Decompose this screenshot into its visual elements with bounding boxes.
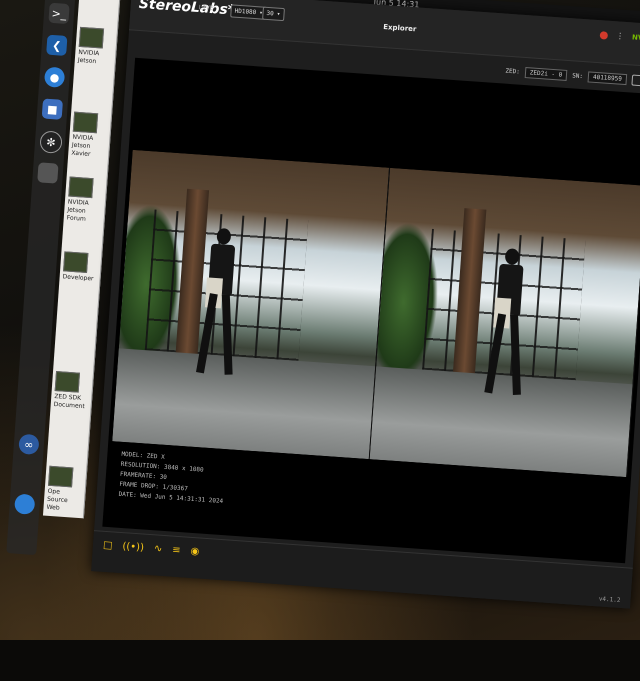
left-camera-view — [112, 149, 391, 460]
cursor-icon[interactable]: ∞ — [18, 433, 40, 455]
camera-info-overlay: MODEL: ZED X RESOLUTION: 3840 x 1080 FRA… — [118, 450, 226, 507]
list-item[interactable]: NVIDIA Jetson Xavier — [71, 111, 108, 160]
list-item-label: NVIDIA Jetson Xavier — [71, 133, 94, 158]
leg — [510, 314, 521, 395]
thumbnail — [54, 371, 81, 393]
list-item-label: NVIDIA Jetson — [77, 48, 100, 66]
nvidia-label: NVIDIA — [631, 32, 640, 43]
floor — [112, 347, 376, 460]
record-icon[interactable] — [599, 30, 609, 40]
files-icon[interactable]: ■ — [41, 98, 64, 120]
list-item[interactable]: ZED SDK Document — [53, 371, 90, 411]
obs-icon[interactable]: ✼ — [39, 130, 63, 154]
list-item[interactable]: NVIDIA Jetson Forum — [66, 176, 103, 225]
list-item[interactable]: Ope Source Web — [46, 465, 83, 514]
stereo-feed — [112, 149, 640, 478]
head — [504, 248, 520, 265]
thumbnail — [68, 176, 94, 199]
serial-field[interactable]: 40118959 — [587, 71, 628, 86]
menu-icon[interactable]: ⋮ — [616, 31, 625, 41]
serial-label: SN: — [571, 72, 584, 81]
app-icon[interactable] — [37, 162, 59, 184]
right-camera-view — [369, 167, 640, 478]
list-item-label: Developer — [62, 273, 94, 283]
list-item[interactable]: NVIDIA Jetson — [77, 26, 114, 67]
leg — [484, 313, 507, 394]
list-item-label: NVIDIA Jetson Forum — [66, 198, 89, 223]
desktop: Jun 5 14:31 >_ ❮ ● ■ ✼ ∞ NVIDIA Jetson N… — [0, 0, 640, 681]
wave-icon[interactable]: ∿ — [153, 543, 162, 555]
thumbnail — [48, 465, 74, 488]
screenshot-icon[interactable] — [631, 74, 640, 87]
video-viewer: MODEL: ZED X RESOLUTION: 3840 x 1080 FRA… — [102, 57, 640, 564]
broadcast-icon[interactable]: ((•)) — [122, 541, 144, 553]
chromium-icon[interactable]: ● — [43, 66, 66, 88]
list-item-label: ZED SDK Document — [53, 392, 86, 411]
camera-icon[interactable]: ◉ — [190, 546, 199, 558]
bottom-icons: □ ((•)) ∿ ≡ ◉ — [103, 540, 200, 558]
web-icon[interactable] — [14, 493, 36, 515]
leg — [221, 294, 233, 375]
camera-select[interactable]: ZED2i - 0 — [524, 67, 568, 81]
stream-icon[interactable]: ≡ — [172, 545, 181, 557]
folder-icon[interactable]: □ — [103, 540, 113, 552]
terminal-icon[interactable]: >_ — [48, 2, 70, 25]
explorer-window: StereoLabs* LIVE HD1080 ▾ 30 ▾ Explorer … — [91, 0, 640, 609]
head — [216, 227, 232, 245]
thumbnail — [78, 26, 105, 49]
camera-label: ZED: — [505, 67, 521, 76]
list-item-label: Ope Source Web — [46, 487, 68, 512]
vscode-icon[interactable]: ❮ — [46, 34, 68, 56]
thumbnail — [72, 111, 99, 134]
app-version: v4.1.2 — [598, 595, 621, 604]
list-item[interactable]: Developer — [62, 251, 98, 283]
thumbnail — [63, 251, 89, 273]
leg — [196, 293, 218, 374]
